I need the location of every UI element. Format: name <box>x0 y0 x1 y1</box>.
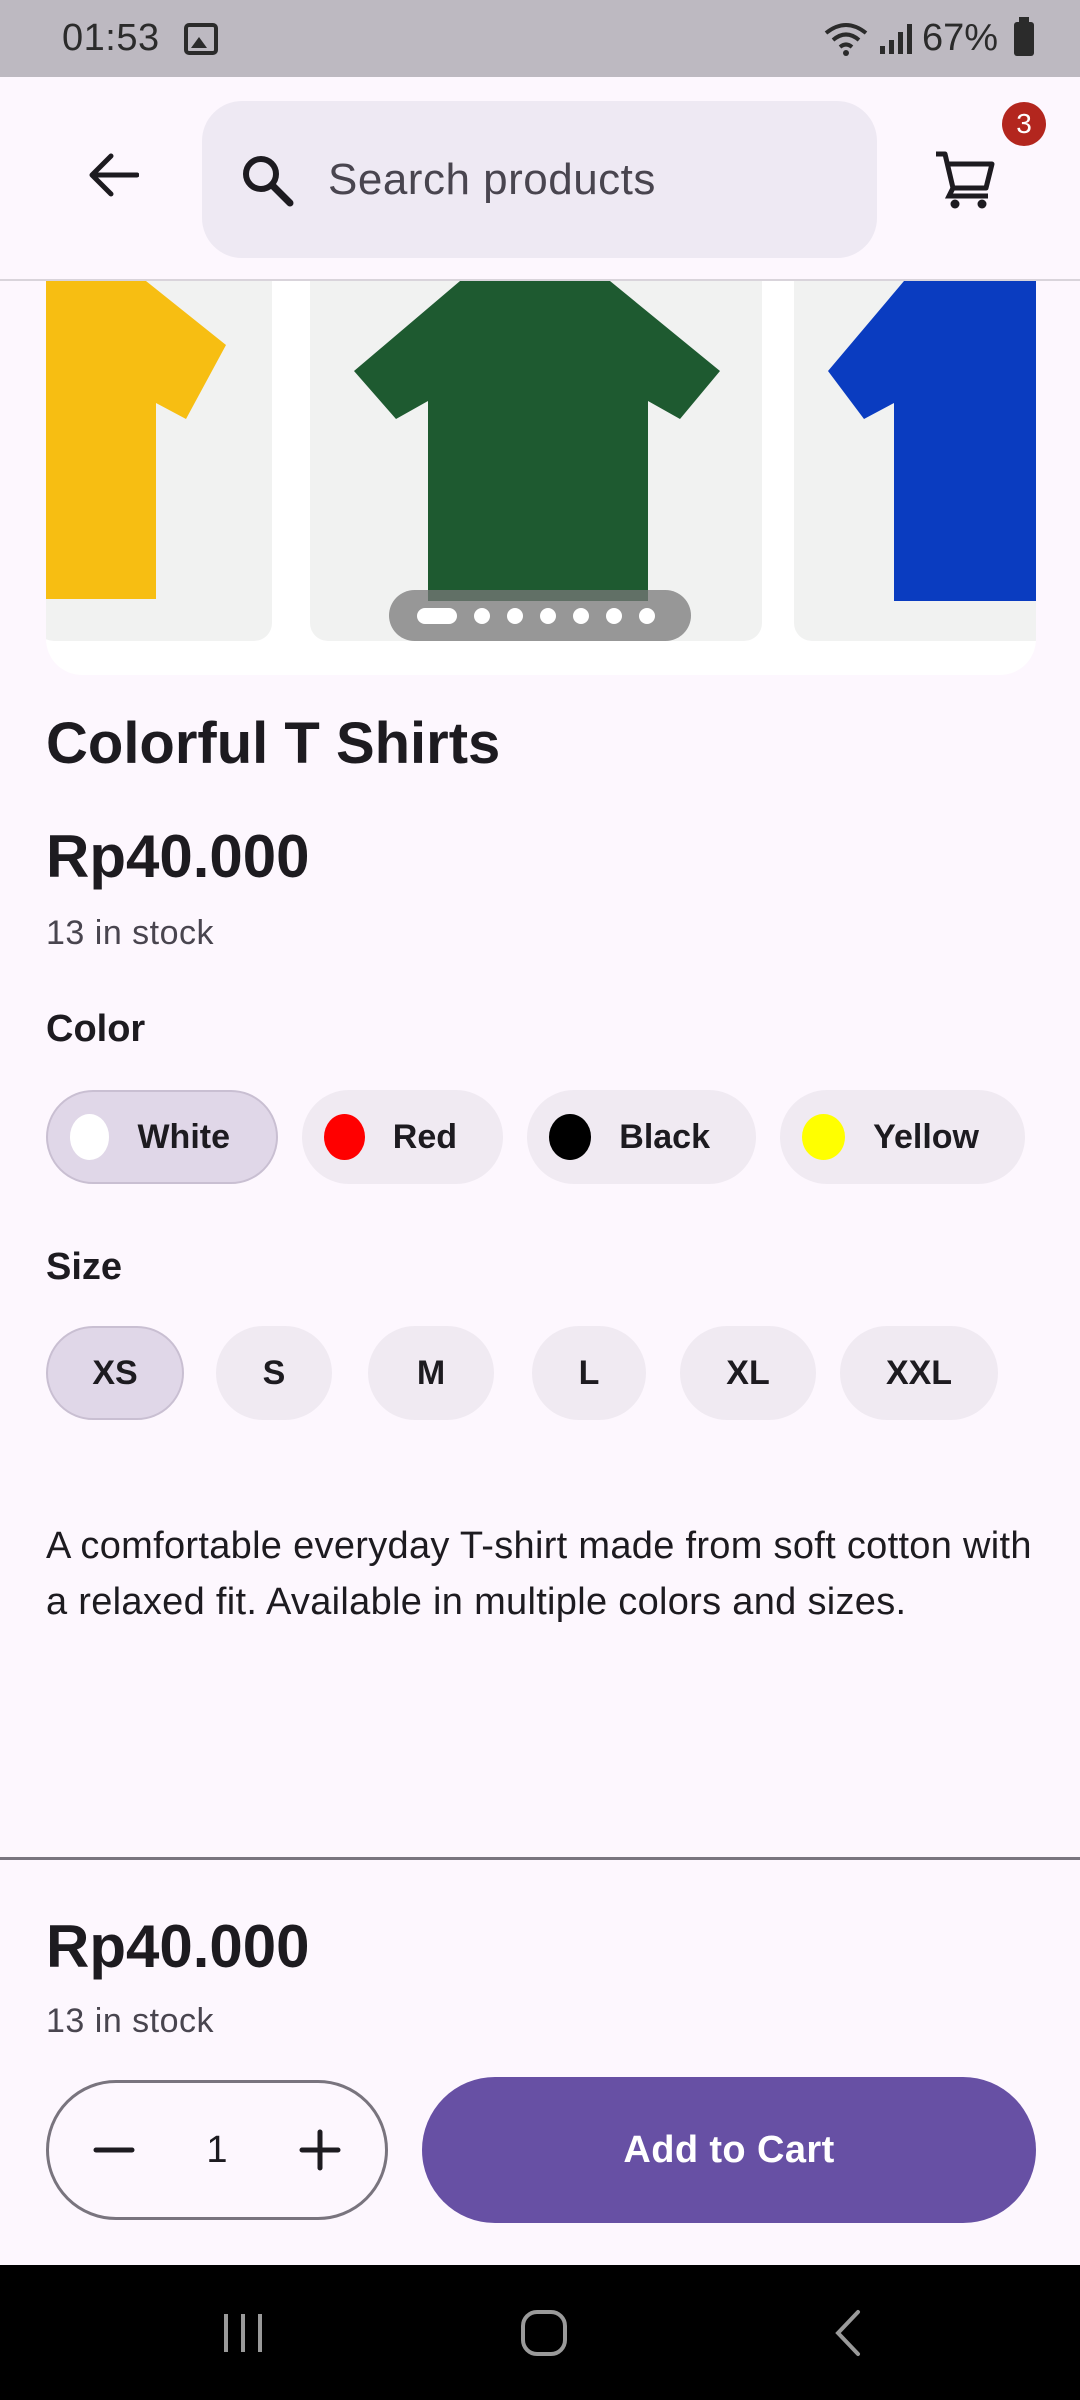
size-chip-m[interactable]: M <box>368 1326 494 1420</box>
battery-icon <box>1014 16 1034 56</box>
recent-apps-button[interactable] <box>203 2303 283 2363</box>
purchase-panel: Rp40.000 13 in stock 1 Add to Cart <box>0 1857 1080 2265</box>
color-chip-label: Black <box>619 1117 710 1156</box>
status-time: 01:53 <box>62 17 160 59</box>
increase-quantity-button[interactable] <box>295 2125 345 2175</box>
color-swatch <box>549 1114 592 1160</box>
carousel-dot <box>474 607 490 624</box>
home-button[interactable] <box>504 2303 584 2363</box>
size-chip-xxl[interactable]: XXL <box>840 1326 998 1420</box>
back-button[interactable] <box>70 132 155 217</box>
app-bar <box>0 77 1080 281</box>
color-options: White Red Black Yellow <box>46 1090 1025 1184</box>
search-icon <box>243 155 294 206</box>
carousel-dot <box>507 607 523 624</box>
color-chip-label: White <box>137 1117 230 1156</box>
carousel-page-indicator <box>389 590 691 641</box>
product-image-green[interactable] <box>310 281 762 641</box>
product-title: Colorful T Shirts <box>46 711 501 776</box>
bottom-stock-status: 13 in stock <box>46 2002 215 2040</box>
status-bar: 01:53 67% <box>0 0 1080 77</box>
back-chevron-icon <box>835 2310 860 2356</box>
color-swatch <box>70 1114 110 1160</box>
signal-icon <box>879 23 912 54</box>
status-indicators: 67% <box>824 16 1034 60</box>
carousel-dot <box>540 607 556 624</box>
t-shirt-image <box>46 281 226 599</box>
color-section-label: Color <box>46 1008 146 1050</box>
t-shirt-image <box>828 281 1036 601</box>
size-section-label: Size <box>46 1246 123 1288</box>
size-chip-l[interactable]: L <box>532 1326 646 1420</box>
color-chip-white[interactable]: White <box>46 1090 278 1184</box>
size-options: XS S M L XL XXL <box>46 1326 998 1420</box>
color-chip-label: Yellow <box>873 1117 979 1156</box>
cart-button[interactable] <box>925 140 1005 220</box>
battery-percent: 67% <box>921 17 998 59</box>
add-to-cart-button[interactable]: Add to Cart <box>422 2077 1036 2223</box>
carousel-dot <box>639 607 655 624</box>
stock-status: 13 in stock <box>46 914 215 952</box>
quantity-value: 1 <box>206 2128 228 2171</box>
recent-apps-icon <box>224 2314 262 2352</box>
color-chip-red[interactable]: Red <box>302 1090 503 1184</box>
system-navigation-bar <box>0 2265 1080 2400</box>
color-swatch <box>324 1114 365 1160</box>
gallery-notification-icon <box>183 22 218 55</box>
shopping-cart-icon <box>936 151 995 209</box>
quantity-stepper: 1 <box>46 2080 388 2220</box>
product-image-yellow[interactable] <box>46 281 272 641</box>
color-chip-label: Red <box>392 1117 457 1156</box>
search-input[interactable] <box>328 154 828 205</box>
carousel-dot <box>573 607 589 624</box>
arrow-back-icon <box>89 153 139 196</box>
size-chip-xl[interactable]: XL <box>680 1326 816 1420</box>
product-price: Rp40.000 <box>46 823 310 890</box>
bottom-price: Rp40.000 <box>46 1913 310 1980</box>
product-image-blue[interactable] <box>794 281 1036 641</box>
t-shirt-image <box>354 281 720 601</box>
back-nav-button[interactable] <box>808 2303 888 2363</box>
color-chip-black[interactable]: Black <box>527 1090 756 1184</box>
color-chip-yellow[interactable]: Yellow <box>780 1090 1025 1184</box>
minus-icon <box>93 2147 135 2153</box>
home-icon <box>521 2310 567 2356</box>
size-chip-xs[interactable]: XS <box>46 1326 184 1420</box>
plus-icon <box>299 2129 341 2171</box>
carousel-dot <box>606 607 622 624</box>
search-bar[interactable] <box>202 101 877 258</box>
cart-count-badge: 3 <box>1002 102 1046 146</box>
decrease-quantity-button[interactable] <box>89 2125 139 2175</box>
product-description: A comfortable everyday T-shirt made from… <box>46 1525 1032 1623</box>
carousel-dot <box>417 607 457 624</box>
product-image-carousel[interactable] <box>46 281 1036 675</box>
wifi-icon <box>824 22 868 56</box>
color-swatch <box>802 1114 846 1160</box>
size-chip-s[interactable]: S <box>216 1326 332 1420</box>
